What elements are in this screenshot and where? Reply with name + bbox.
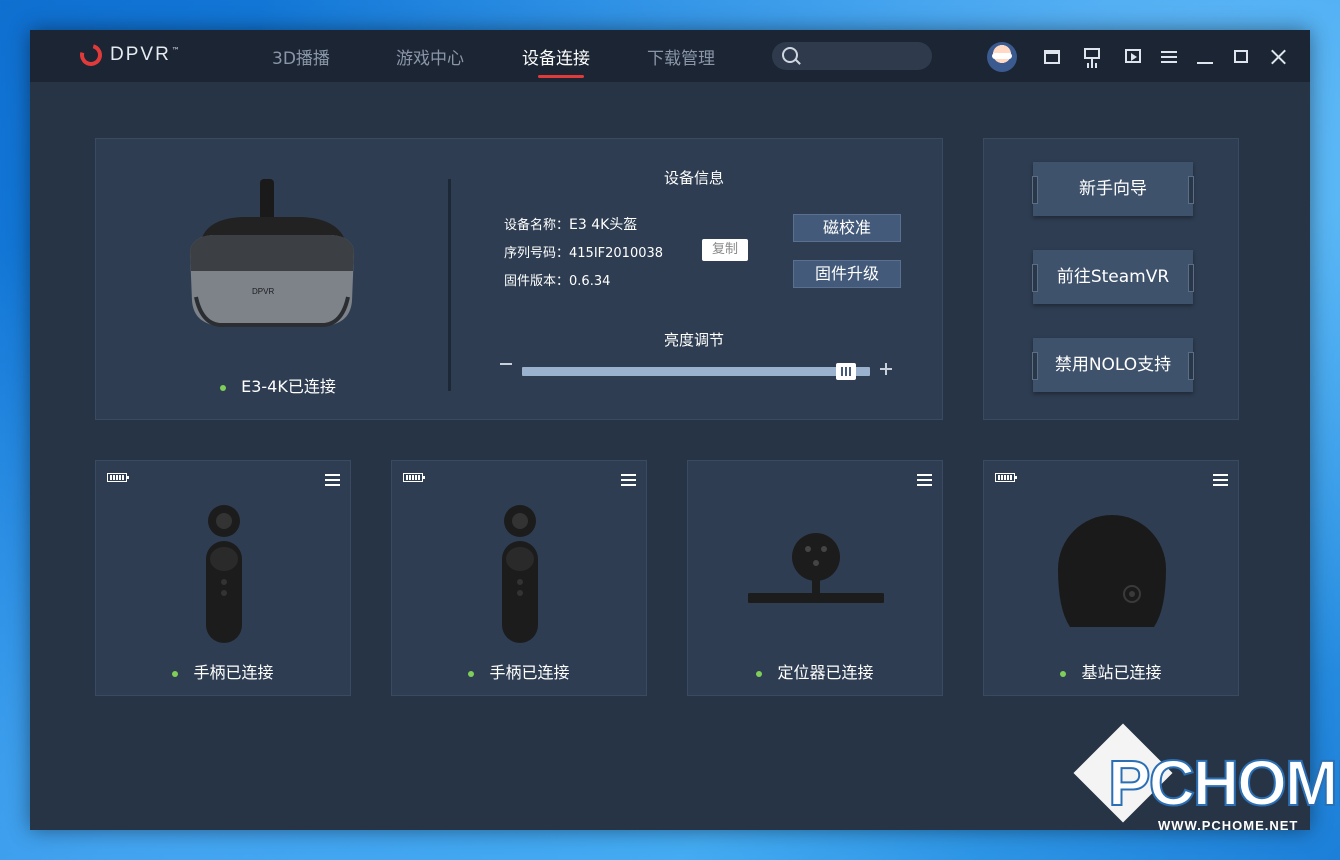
status-dot [220,384,226,391]
status-dot [172,670,179,677]
svg-text:DPVR: DPVR [252,287,274,296]
disable-nolo-button[interactable]: 禁用NOLO支持 [1032,338,1194,392]
device-name-value: E3 4K头盔 [569,217,638,233]
magnetic-calibrate-button[interactable]: 磁校准 [793,214,901,242]
maximize-icon[interactable] [1233,48,1251,66]
device-status-text: 基站已连接 [1081,663,1162,682]
device-status: 手柄已连接 [96,659,350,683]
device-info-title: 设备信息 [664,169,725,187]
card-menu-icon[interactable] [325,473,341,487]
firmware-value: 0.6.34 [569,274,611,289]
logo-mark-icon [75,39,107,71]
headset-status-text: E3-4K已连接 [241,377,336,396]
firmware-row: 固件版本：0.6.34 [504,270,610,289]
beginner-guide-button[interactable]: 新手向导 [1032,162,1194,216]
tab-game-center[interactable]: 游戏中心 [396,44,464,69]
firmware-label: 固件版本： [504,274,570,289]
app-logo: DPVR ™ [75,39,180,71]
logo-text: DPVR [110,44,171,65]
brightness-slider[interactable] [522,367,870,376]
avatar[interactable] [987,42,1017,72]
device-status-text: 定位器已连接 [777,663,874,682]
battery-icon [995,473,1017,482]
quick-actions-panel: 新手向导 前往SteamVR 禁用NOLO支持 [983,138,1239,420]
close-icon[interactable] [1270,48,1288,66]
headset-status: E3-4K已连接 [220,373,336,397]
controller-image [502,505,538,643]
firmware-upgrade-button[interactable]: 固件升级 [793,260,901,288]
serial-value: 415IF2010038 [569,246,664,261]
battery-icon [107,473,129,482]
device-status-text: 手柄已连接 [489,663,570,682]
logo-trademark: ™ [171,45,180,55]
folder-icon[interactable] [1044,50,1060,64]
base-station-image [1058,515,1166,627]
brightness-increase-icon[interactable] [880,363,892,375]
card-menu-icon[interactable] [621,473,637,487]
tab-device-connect[interactable]: 设备连接 [522,44,590,69]
card-menu-icon[interactable] [1213,473,1229,487]
serial-label: 序列号码： [504,246,570,261]
device-name-label: 设备名称： [504,218,570,233]
brightness-decrease-icon[interactable] [500,363,512,365]
watermark-text: PCHOME [1107,746,1340,820]
device-status: 手柄已连接 [392,659,646,683]
device-card-controller-left: 手柄已连接 [95,460,351,696]
headset-panel: DPVR E3-4K已连接 设备信息 设备名称：E3 4K头盔 序列号码：415… [95,138,943,420]
device-card-tracker: 定位器已连接 [687,460,943,696]
brightness-slider-handle[interactable] [836,363,857,380]
device-status: 基站已连接 [984,659,1238,683]
title-bar: DPVR ™ 3D播播 游戏中心 设备连接 下载管理 [30,30,1310,82]
card-menu-icon[interactable] [917,473,933,487]
status-dot [756,670,763,677]
device-status: 定位器已连接 [688,659,942,683]
tab-3d-video[interactable]: 3D播播 [272,44,330,69]
vr-headset-image: DPVR [190,179,354,327]
minimize-icon[interactable] [1197,48,1215,66]
pchome-watermark: PCHOME WWW.PCHOME.NET [1073,723,1340,840]
active-tab-indicator [538,75,584,78]
app-window: DPVR ™ 3D播播 游戏中心 设备连接 下载管理 DPVR E3-4K已连接… [30,30,1310,830]
serial-row: 序列号码：415IF2010038 [504,242,663,261]
panel-divider [448,179,451,391]
watermark-url: WWW.PCHOME.NET [1158,818,1299,833]
controller-image [206,505,242,643]
search-icon [782,47,798,63]
copy-serial-button[interactable]: 复制 [702,239,748,261]
search-input[interactable] [772,42,932,70]
device-card-base-station: 基站已连接 [983,460,1239,696]
device-card-controller-right: 手柄已连接 [391,460,647,696]
battery-icon [403,473,425,482]
device-name-row: 设备名称：E3 4K头盔 [504,214,637,234]
menu-icon[interactable] [1161,48,1179,66]
tab-download-manager[interactable]: 下载管理 [647,44,715,69]
tracker-image [748,533,884,603]
device-status-text: 手柄已连接 [193,663,274,682]
goto-steamvr-button[interactable]: 前往SteamVR [1032,250,1194,304]
status-dot [468,670,475,677]
monitor-icon[interactable] [1084,48,1102,66]
brightness-title: 亮度调节 [664,331,725,349]
status-dot [1060,670,1067,677]
play-icon[interactable] [1125,48,1143,66]
